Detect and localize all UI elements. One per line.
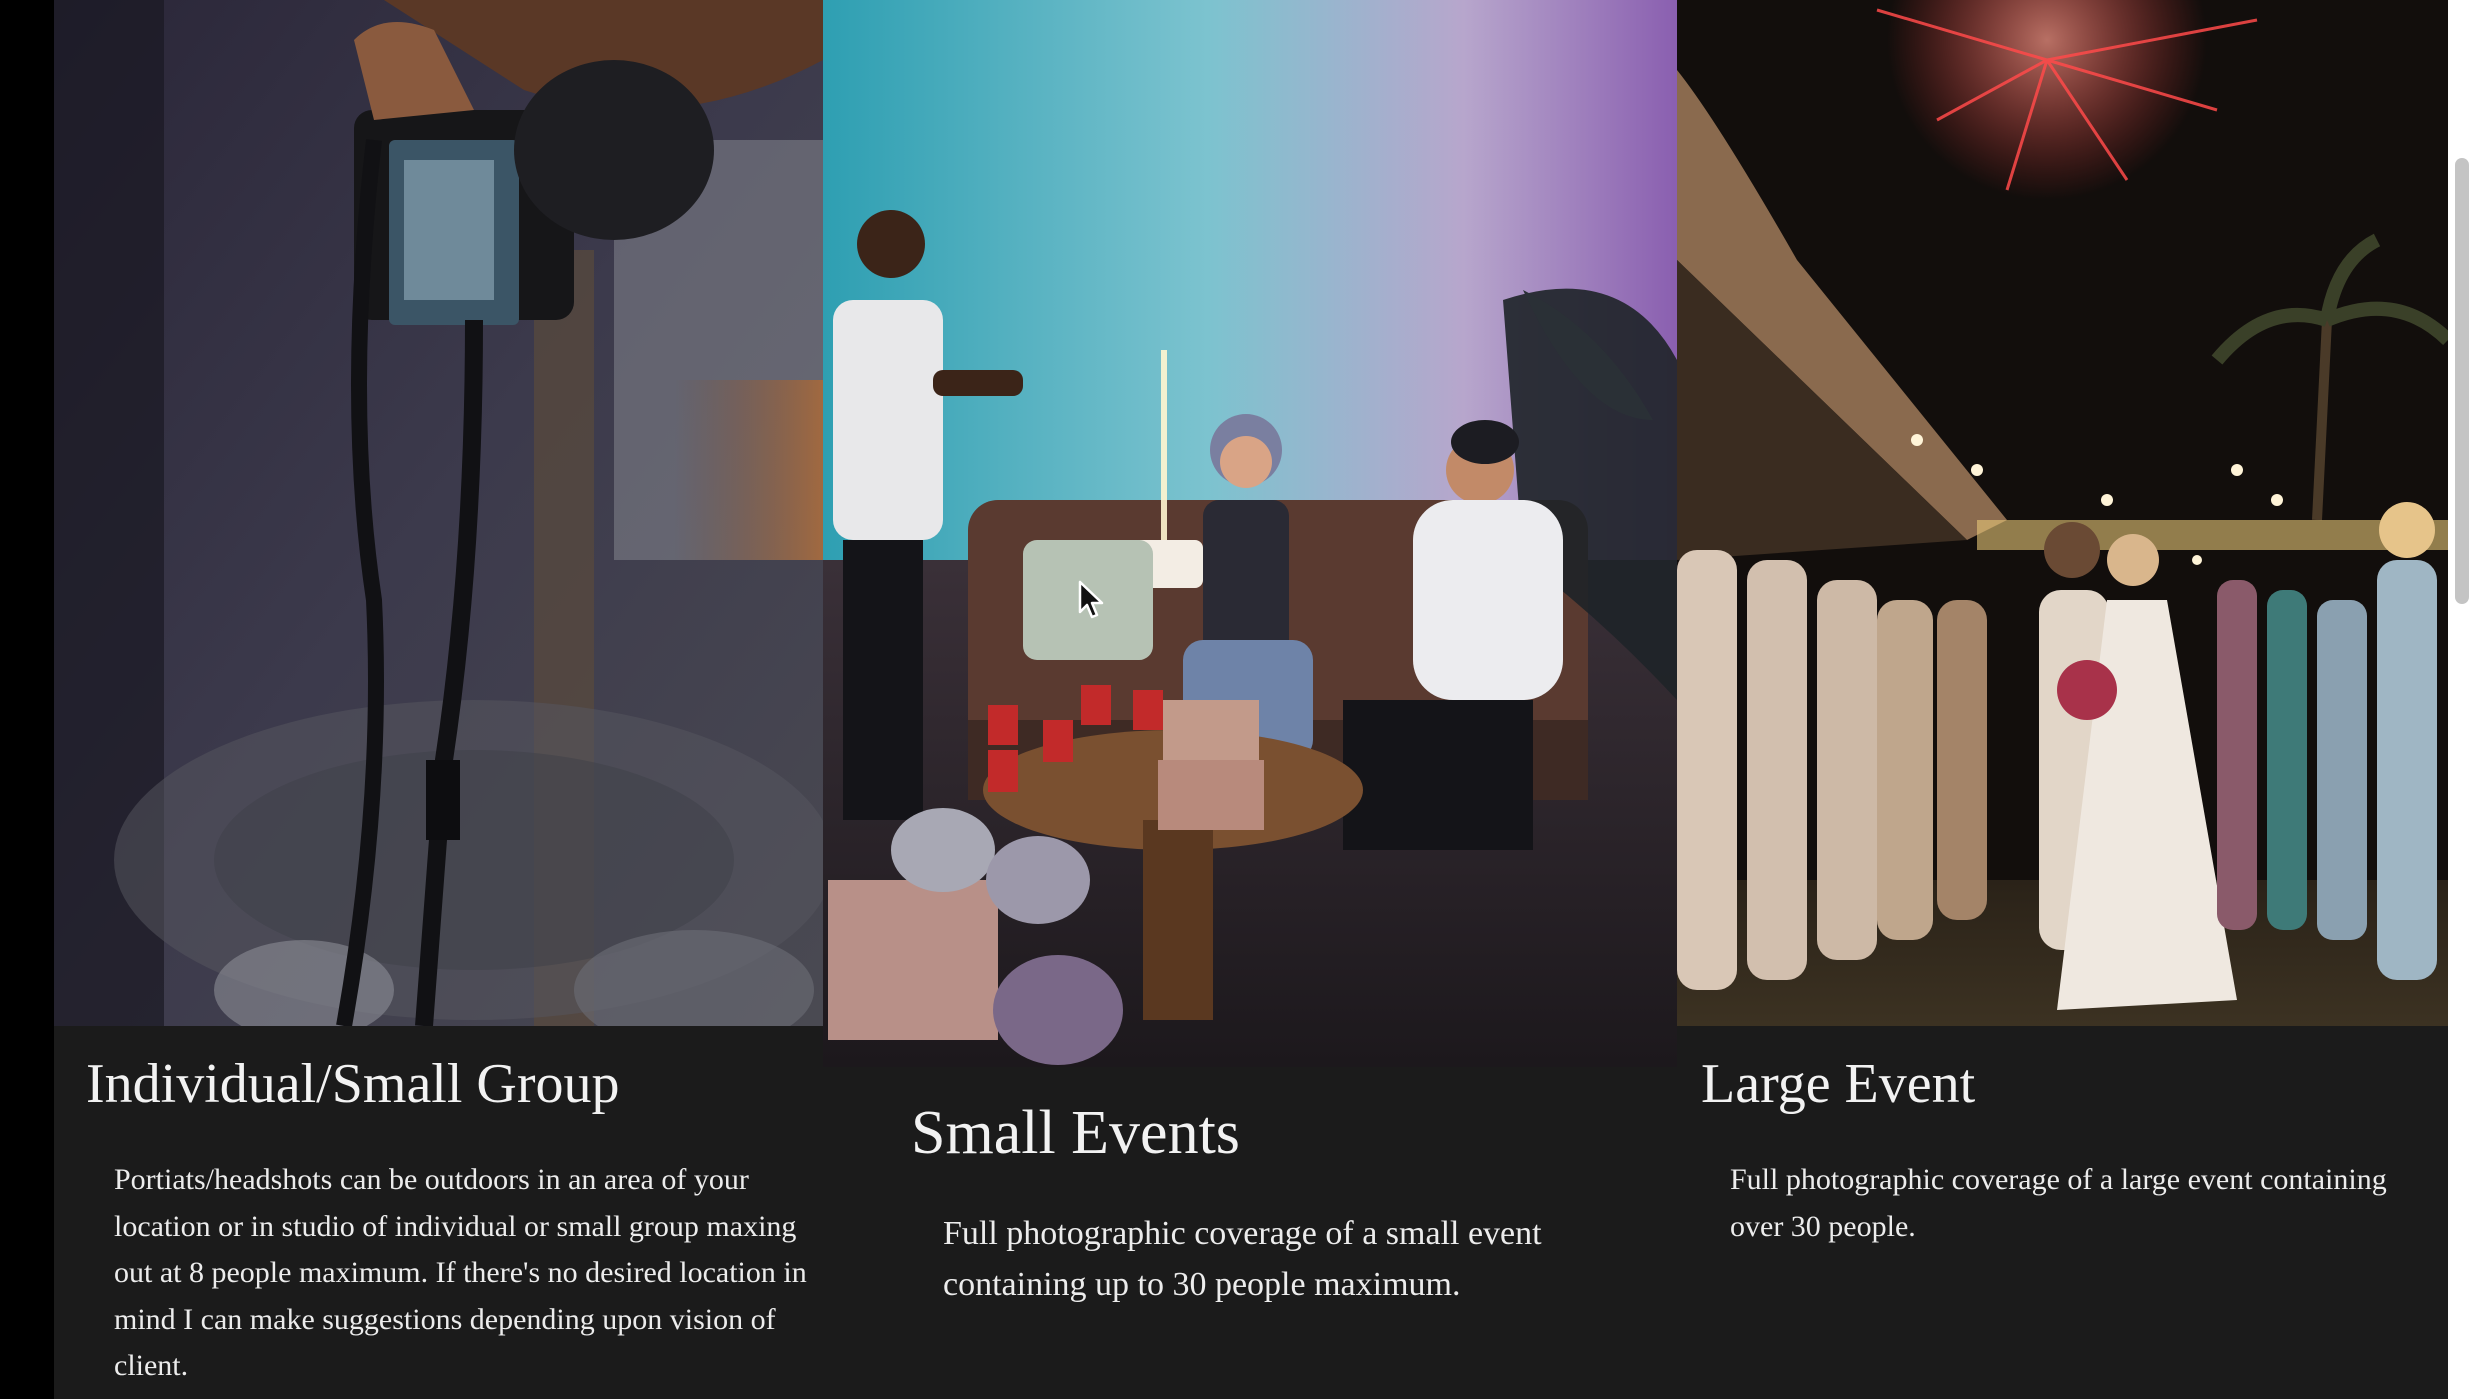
- mouse-pointer-icon: [1078, 580, 1106, 620]
- services-section: Individual/Small Group Portiats/headshot…: [54, 0, 2448, 1399]
- service-description: Portiats/headshots can be outdoors in an…: [114, 1163, 807, 1382]
- service-card-individual: Individual/Small Group Portiats/headshot…: [54, 0, 823, 1399]
- service-card-small-events: Small Events Full photographic coverage …: [823, 0, 1677, 1399]
- service-description: Full photographic coverage of a large ev…: [1730, 1163, 2387, 1243]
- service-description: Full photographic coverage of a small ev…: [943, 1215, 1542, 1303]
- service-title: Small Events: [911, 1099, 1240, 1167]
- birthday-party-photo: [823, 0, 1677, 1067]
- scrollbar-thumb[interactable]: [2455, 158, 2469, 604]
- service-card-large-event: Large Event Full photographic coverage o…: [1677, 0, 2448, 1399]
- wedding-fireworks-photo: [1677, 0, 2448, 1026]
- service-title: Large Event: [1701, 1053, 1976, 1115]
- service-title: Individual/Small Group: [86, 1053, 620, 1115]
- page-scrollbar[interactable]: [2448, 0, 2476, 1399]
- photographer-camera-photo: [54, 0, 823, 1026]
